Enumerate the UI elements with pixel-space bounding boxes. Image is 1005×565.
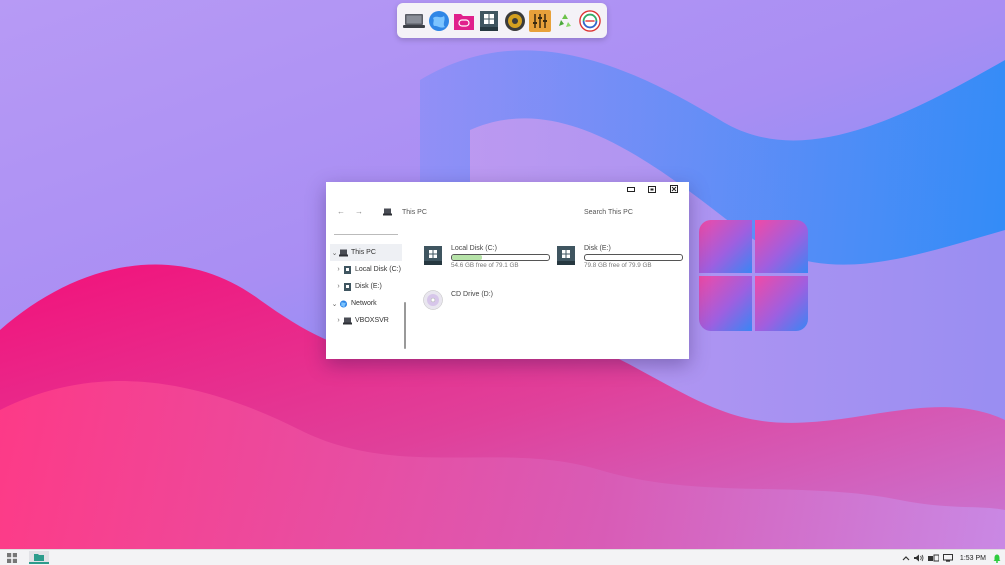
clock[interactable]: 1:53 PM [960, 555, 986, 562]
computer-icon [339, 249, 348, 256]
display-icon[interactable] [942, 554, 953, 562]
address-bar[interactable]: This PC [402, 209, 427, 216]
chevron-up-icon[interactable] [902, 555, 910, 561]
drive-icon [344, 282, 351, 291]
file-explorer-window: ← → This PC Search This PC ⌄ This PC › L… [326, 182, 689, 359]
search-input[interactable]: Search This PC [584, 209, 633, 216]
chevron-right-icon[interactable]: › [334, 266, 343, 273]
taskbar-file-explorer-button[interactable] [29, 551, 49, 564]
tree-item-local-disk-c[interactable]: › Local Disk (C:) [330, 261, 402, 278]
globe-browser-icon[interactable] [428, 10, 450, 32]
drive-name: CD Drive (D:) [451, 291, 493, 298]
navigation-pane: ⌄ This PC › Local Disk (C:) › Disk (E:) … [330, 244, 402, 329]
navigation-pane-scrollbar[interactable] [404, 302, 406, 349]
windows-logo-icon [699, 220, 808, 331]
app-dock [397, 3, 607, 38]
windows-drive-icon [557, 246, 575, 265]
tree-item-network[interactable]: ⌄ Network [330, 295, 402, 312]
drive-name: Local Disk (C:) [451, 245, 497, 252]
drive-name: Disk (E:) [584, 245, 611, 252]
drive-free-space: 54.6 GB free of 79.1 GB [451, 262, 519, 269]
drive-usage-fill [452, 255, 483, 260]
tree-item-label: Disk (E:) [355, 283, 382, 290]
tree-item-disk-e[interactable]: › Disk (E:) [330, 278, 402, 295]
speaker-icon[interactable] [504, 10, 526, 32]
back-button[interactable]: ← [337, 207, 345, 216]
drive-usage-bar [451, 254, 550, 261]
chevron-down-icon[interactable]: ⌄ [330, 249, 339, 257]
chevron-down-icon[interactable]: ⌄ [330, 300, 339, 308]
swirl-app-icon[interactable] [579, 9, 602, 32]
title-bar[interactable] [326, 182, 689, 196]
notification-bell-icon[interactable] [993, 554, 1001, 563]
cd-drive-icon [423, 290, 443, 310]
computer-icon [343, 317, 352, 324]
tree-item-this-pc[interactable]: ⌄ This PC [330, 244, 402, 261]
computer-icon[interactable] [402, 10, 425, 32]
windows-drive-icon [424, 246, 442, 265]
start-icon[interactable] [7, 553, 17, 563]
equalizer-icon[interactable] [528, 9, 551, 32]
system-tray: 1:53 PM [902, 551, 1001, 565]
drive-icon [344, 265, 351, 274]
maximize-button[interactable] [647, 185, 657, 193]
forward-button[interactable]: → [355, 207, 363, 216]
tree-item-label: Local Disk (C:) [355, 266, 401, 273]
volume-icon[interactable] [913, 554, 924, 562]
chevron-right-icon[interactable]: › [334, 317, 343, 324]
divider [334, 234, 398, 235]
game-folder-icon[interactable] [453, 10, 475, 32]
network-icon [339, 299, 348, 308]
drive-usage-bar [584, 254, 683, 261]
windows-drive-icon[interactable] [478, 10, 500, 32]
computer-icon [383, 208, 392, 218]
drive-tile-e[interactable]: Disk (E:) 79.8 GB free of 79.9 GB [557, 244, 685, 272]
network-status-icon[interactable] [927, 554, 939, 562]
navigation-bar: ← → This PC Search This PC [326, 207, 689, 219]
tree-item-label: This PC [351, 249, 376, 256]
tree-item-vboxsvr[interactable]: › VBOXSVR [330, 312, 402, 329]
tree-item-label: Network [351, 300, 377, 307]
taskbar: 1:53 PM [0, 549, 1005, 565]
minimize-button[interactable] [626, 185, 636, 193]
tree-item-label: VBOXSVR [355, 317, 389, 324]
folder-icon [34, 553, 44, 561]
chevron-right-icon[interactable]: › [334, 283, 343, 290]
drive-tile-d[interactable]: CD Drive (D:) [423, 290, 552, 318]
drive-free-space: 79.8 GB free of 79.9 GB [584, 262, 652, 269]
recycle-icon[interactable] [554, 10, 576, 32]
close-button[interactable] [669, 185, 679, 193]
drive-tile-c[interactable]: Local Disk (C:) 54.6 GB free of 79.1 GB [424, 244, 552, 272]
